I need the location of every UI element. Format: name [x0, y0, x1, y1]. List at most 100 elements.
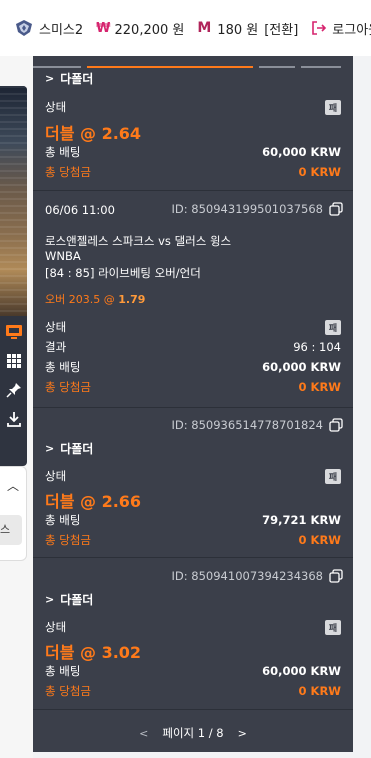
chevron-right-icon: > — [45, 442, 55, 455]
logout-icon — [312, 21, 327, 35]
next-page-button[interactable]: > — [238, 727, 247, 740]
total-bet-row: 총 배팅 60,000 KRW — [45, 359, 341, 375]
status-row: 상태 패 — [45, 468, 341, 484]
total-win-value: 0 KRW — [298, 165, 341, 179]
status-label: 상태 — [45, 320, 67, 334]
market-name: [84 : 85] 라이브베팅 오버/언더 — [45, 266, 201, 280]
total-bet-label: 총 배팅 — [45, 360, 81, 374]
monitor-icon[interactable] — [0, 320, 27, 344]
odds-value: 더블 @ 2.64 — [45, 124, 142, 143]
total-bet-row: 총 배팅 60,000 KRW — [45, 663, 341, 679]
status-row: 상태 패 — [45, 319, 341, 335]
match-name: 로스앤젤레스 스파크스 vs 댈러스 윙스 — [45, 234, 232, 248]
status-badge: 패 — [325, 99, 341, 115]
total-win-row: 총 당첨금 0 KRW — [45, 164, 341, 180]
pick-odds: 1.79 — [118, 293, 146, 306]
folder-toggle[interactable]: > 다폴더 — [45, 591, 93, 608]
total-bet-value: 60,000 KRW — [262, 360, 341, 374]
folder-label: 다폴더 — [60, 593, 94, 607]
folder-toggle[interactable]: > 다폴더 — [45, 440, 93, 457]
bet-ticket[interactable]: ID: 850936514778701824 > 다폴더 상태 패 더블 @ 2… — [33, 408, 353, 558]
total-win-value: 0 KRW — [298, 533, 341, 547]
bet-ticket[interactable]: 06/06 11:00 ID: 850943199501037568 로스앤젤레… — [33, 191, 353, 408]
bet-history-panel: > 다폴더 상태 패 더블 @ 2.64 총 배팅 60,000 KRW 총 당… — [33, 56, 353, 752]
chevron-right-icon: > — [45, 72, 55, 85]
total-bet-label: 총 배팅 — [45, 513, 81, 527]
odds-value: 더블 @ 3.02 — [45, 643, 142, 662]
folder-toggle[interactable]: > 다폴더 — [45, 70, 93, 87]
total-win-row: 총 당첨금 0 KRW — [45, 379, 341, 395]
result-label: 결과 — [45, 340, 67, 354]
ticket-id: ID: 850943199501037568 — [172, 202, 343, 216]
balance-value: 220,200 원 — [114, 22, 185, 38]
status-label: 상태 — [45, 100, 67, 114]
left-pane: ︿ 스 — [0, 56, 33, 758]
logout-button[interactable]: 로그아웃 — [311, 19, 371, 38]
total-win-label: 총 당첨금 — [45, 165, 91, 179]
ticket-id-text: ID: 850941007394234368 — [171, 569, 323, 583]
status-row: 상태 패 — [45, 619, 341, 635]
points-icon: M — [197, 20, 212, 36]
copy-icon[interactable] — [329, 202, 343, 216]
status-label: 상태 — [45, 620, 67, 634]
odds-value: 더블 @ 2.66 — [45, 492, 142, 511]
league-name: WNBA — [45, 249, 81, 263]
side-tag[interactable]: 스 — [0, 515, 22, 545]
total-bet-value: 79,721 KRW — [262, 513, 341, 527]
logout-label: 로그아웃 — [332, 22, 371, 38]
total-win-row: 총 당첨금 0 KRW — [45, 532, 341, 548]
total-win-value: 0 KRW — [298, 684, 341, 698]
ticket-id-text: ID: 850943199501037568 — [171, 202, 323, 216]
pagination: < 페이지 1 / 8 > — [33, 718, 353, 748]
copy-icon[interactable] — [329, 569, 343, 583]
side-widget: ︿ 스 — [0, 466, 27, 561]
grid-icon[interactable] — [0, 349, 27, 373]
total-bet-row: 총 배팅 79,721 KRW — [45, 512, 341, 528]
bet-ticket[interactable]: > 다폴더 상태 패 더블 @ 2.64 총 배팅 60,000 KRW 총 당… — [33, 56, 353, 191]
total-bet-label: 총 배팅 — [45, 145, 81, 159]
points-value: 180 원 — [217, 22, 259, 38]
status-badge: 패 — [325, 319, 341, 335]
result-row: 결과 96 : 104 — [45, 339, 341, 355]
username: 스미스2 — [39, 22, 84, 38]
switch-button[interactable]: [전환] — [264, 19, 298, 38]
bet-ticket[interactable]: ID: 850941007394234368 > 다폴더 상태 패 더블 @ 3… — [33, 558, 353, 710]
status-label: 상태 — [45, 469, 67, 483]
page-indicator: 페이지 1 / 8 — [162, 726, 224, 740]
status-row: 상태 패 — [45, 99, 341, 115]
copy-icon[interactable] — [329, 418, 343, 432]
prev-page-button[interactable]: < — [139, 727, 148, 740]
selected-pick: 오버 203.5 @ 1.79 — [45, 291, 145, 307]
pin-icon[interactable] — [0, 378, 27, 402]
app-root: 스미스2 ₩ 220,200 원 M 180 원 [전환] 로그아웃 — [0, 0, 371, 758]
folder-label: 다폴더 — [60, 442, 94, 456]
total-win-label: 총 당첨금 — [45, 380, 91, 394]
chevron-right-icon: > — [45, 593, 55, 606]
total-bet-label: 총 배팅 — [45, 664, 81, 678]
download-icon[interactable] — [0, 407, 27, 431]
total-win-row: 총 당첨금 0 KRW — [45, 683, 341, 699]
points-info: M 180 원 [전환] — [197, 19, 298, 38]
won-icon: ₩ — [96, 20, 111, 36]
balance-info: ₩ 220,200 원 — [96, 19, 184, 38]
bet-date: 06/06 11:00 — [45, 203, 115, 217]
chevron-up-icon[interactable]: ︿ — [7, 477, 19, 494]
live-stream-card[interactable] — [0, 86, 27, 466]
result-value: 96 : 104 — [293, 340, 341, 354]
user-info[interactable]: 스미스2 — [14, 19, 83, 38]
total-bet-value: 60,000 KRW — [262, 664, 341, 678]
total-bet-row: 총 배팅 60,000 KRW — [45, 144, 341, 160]
folder-label: 다폴더 — [60, 72, 94, 86]
top-bar: 스미스2 ₩ 220,200 원 M 180 원 [전환] 로그아웃 — [0, 0, 371, 56]
total-win-value: 0 KRW — [298, 380, 341, 394]
pick-label: 오버 203.5 @ — [45, 293, 115, 306]
stadium-image — [0, 86, 27, 316]
ticket-id: ID: 850936514778701824 — [172, 418, 343, 432]
rank-badge-icon — [16, 20, 32, 36]
ticket-id: ID: 850941007394234368 — [172, 569, 343, 583]
total-win-label: 총 당첨금 — [45, 684, 91, 698]
ticket-id-text: ID: 850936514778701824 — [171, 418, 323, 432]
total-bet-value: 60,000 KRW — [262, 145, 341, 159]
total-win-label: 총 당첨금 — [45, 533, 91, 547]
status-badge: 패 — [325, 468, 341, 484]
